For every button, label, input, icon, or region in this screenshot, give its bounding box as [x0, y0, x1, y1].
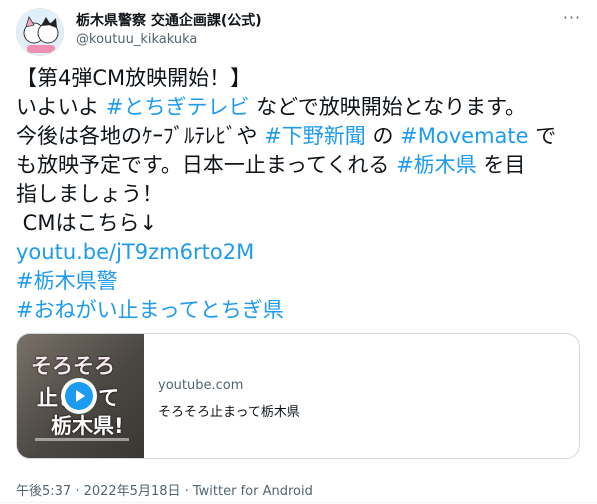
more-dots-icon[interactable]: ···	[562, 8, 582, 28]
thumbnail-caption-line	[35, 438, 129, 441]
tweet-text-segment: を目	[476, 153, 526, 177]
tweet-text-segment: 今後は各地のｹｰﾌﾞﾙﾃﾚﾋﾞや	[16, 124, 265, 148]
tweet-text-segment: で	[528, 124, 557, 148]
hashtag-link[interactable]: #下野新聞	[264, 124, 366, 148]
url-link[interactable]: youtu.be/jT9zm6rto2M	[16, 240, 254, 264]
avatar[interactable]	[16, 8, 64, 56]
display-name[interactable]: 栃木県警察 交通企画課(公式)	[76, 10, 262, 30]
tweet-text-segment: の	[365, 124, 401, 148]
link-card[interactable]: そろそろ 止まって 栃木県! youtube.com そろそろ止まって栃木県	[16, 333, 580, 459]
tweet-line: CMはこちら↓	[16, 209, 588, 238]
tweet-line: #栃木県警	[16, 267, 588, 296]
video-thumbnail[interactable]: そろそろ 止まって 栃木県!	[17, 334, 144, 458]
divider	[0, 502, 597, 503]
tweet-text-segment: 指しましょう！	[16, 182, 163, 206]
play-icon[interactable]	[61, 378, 97, 414]
tweet-line: いよいよ #とちぎテレビ などで放映開始となります。	[16, 93, 588, 122]
tweet-text-segment: も放映予定です。日本一止まってくれる	[16, 153, 397, 177]
hashtag-link[interactable]: #おねがい止まってとちぎ県	[16, 298, 284, 322]
thumbnail-text: そろそろ	[31, 354, 115, 378]
tweet-line: も放映予定です。日本一止まってくれる #栃木県 を目	[16, 151, 588, 180]
thumbnail-text: 栃木県!	[51, 414, 124, 438]
hashtag-link[interactable]: #Movemate	[400, 124, 528, 148]
tweet-line: 【第4弾CM放映開始！】	[16, 64, 588, 93]
tweet-line: youtu.be/jT9zm6rto2M	[16, 238, 588, 267]
tweet-text-segment: 【第4弾CM放映開始！】	[16, 66, 252, 90]
tweet-line: #おねがい止まってとちぎ県	[16, 296, 588, 325]
user-handle[interactable]: @koutuu_kikakuka	[76, 32, 197, 47]
tweet-text-segment: いよいよ	[16, 95, 106, 119]
tweet-line: 指しましょう！	[16, 180, 588, 209]
card-title[interactable]: そろそろ止まって栃木県	[158, 401, 300, 420]
hashtag-link[interactable]: #栃木県	[396, 153, 477, 177]
tweet-timestamp[interactable]: 午後5:37 · 2022年5月18日 · Twitter for Androi…	[16, 480, 313, 499]
card-domain: youtube.com	[158, 378, 244, 393]
tweet-text-segment: などで放映開始となります。	[249, 95, 526, 119]
tweet-text: 【第4弾CM放映開始！】 いよいよ #とちぎテレビ などで放映開始となります。 …	[16, 64, 588, 325]
hashtag-link[interactable]: #とちぎテレビ	[106, 95, 250, 119]
tweet-line: 今後は各地のｹｰﾌﾞﾙﾃﾚﾋﾞや #下野新聞 の #Movemate で	[16, 122, 588, 151]
hashtag-link[interactable]: #栃木県警	[16, 269, 118, 293]
tweet-text-segment: CMはこちら↓	[16, 211, 158, 235]
